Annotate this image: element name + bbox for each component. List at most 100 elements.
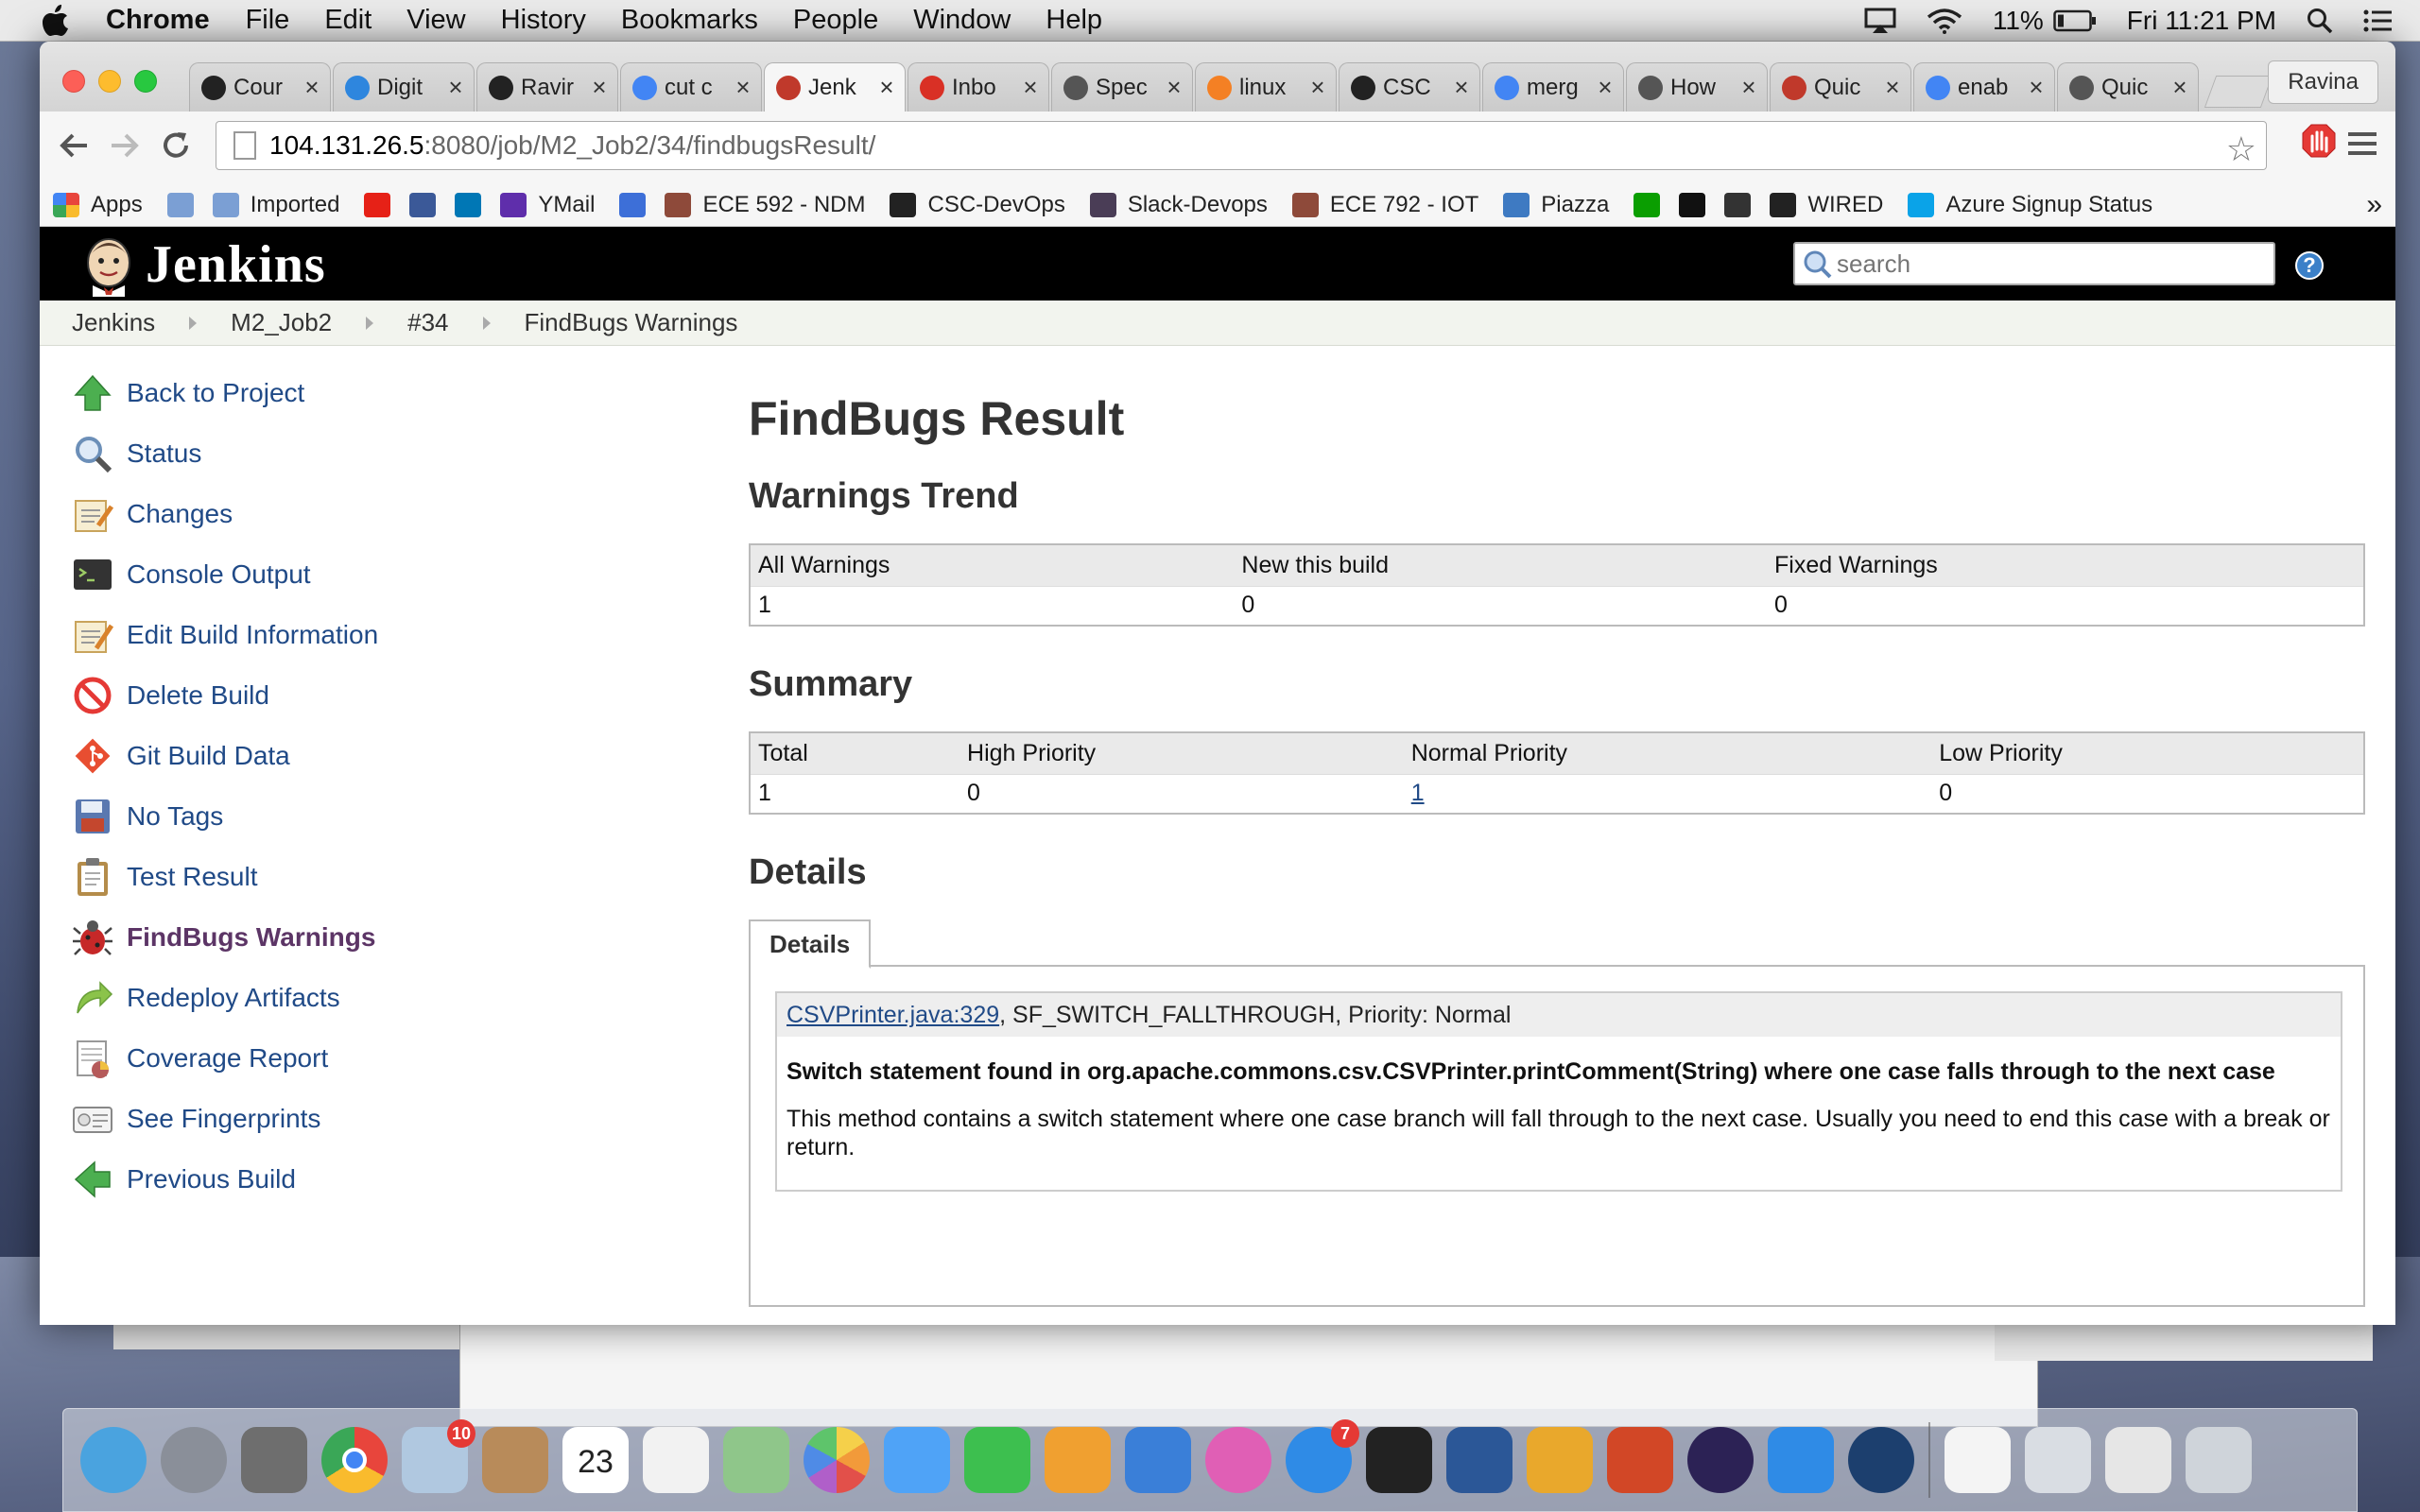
word-icon[interactable]	[1446, 1427, 1512, 1493]
document-icon[interactable]	[1945, 1427, 2011, 1493]
spotlight-search-icon[interactable]	[2307, 8, 2333, 34]
jenkins-butler-logo-icon[interactable]	[79, 234, 138, 297]
side-task-no-tags[interactable]: No Tags	[72, 786, 563, 847]
pages-icon[interactable]	[1045, 1427, 1111, 1493]
menu-history[interactable]: History	[501, 5, 586, 36]
close-tab-icon[interactable]: ×	[587, 73, 612, 102]
photos-icon[interactable]	[804, 1427, 870, 1493]
calendar-icon[interactable]: 23	[562, 1427, 629, 1493]
close-tab-icon[interactable]: ×	[300, 73, 324, 102]
bookmark-item[interactable]: Apps	[53, 192, 143, 218]
menu-view[interactable]: View	[406, 5, 465, 36]
battery-icon[interactable]	[2053, 9, 2097, 32]
side-task-coverage-report[interactable]: Coverage Report	[72, 1028, 563, 1089]
tab-details[interactable]: Details	[749, 919, 872, 969]
bookmark-item[interactable]: WIRED	[1770, 192, 1883, 218]
trash-icon[interactable]	[2186, 1427, 2252, 1493]
menu-file[interactable]: File	[246, 5, 290, 36]
reload-button[interactable]	[157, 127, 195, 164]
browser-tab[interactable]: Spec ×	[1051, 62, 1193, 112]
breadcrumb-separator-icon[interactable]	[366, 316, 374, 330]
side-task-back-to-project[interactable]: Back to Project	[72, 363, 563, 423]
help-icon[interactable]: ?	[2295, 251, 2324, 280]
close-tab-icon[interactable]: ×	[443, 73, 468, 102]
apple-menu-icon[interactable]	[38, 4, 72, 38]
menu-app-name[interactable]: Chrome	[106, 5, 210, 36]
bookmark-item[interactable]	[1634, 192, 1661, 217]
browser-tab[interactable]: enab ×	[1913, 62, 2055, 112]
bookmark-item[interactable]: Piazza	[1503, 192, 1609, 218]
notification-center-icon[interactable]	[2363, 9, 2392, 33]
bookmark-item[interactable]: ECE 592 - NDM	[665, 192, 865, 218]
menu-bookmarks[interactable]: Bookmarks	[621, 5, 758, 36]
terminal-icon[interactable]	[1366, 1427, 1432, 1493]
close-tab-icon[interactable]: ×	[1305, 73, 1330, 102]
bookmark-item[interactable]	[1724, 192, 1752, 217]
facetime-icon[interactable]	[964, 1427, 1030, 1493]
menu-help[interactable]: Help	[1046, 5, 1102, 36]
close-tab-icon[interactable]: ×	[1737, 73, 1761, 102]
minimize-window-button[interactable]	[98, 70, 121, 93]
close-tab-icon[interactable]: ×	[2168, 73, 2192, 102]
browser-tab[interactable]: Inbo ×	[908, 62, 1049, 112]
bookmark-item[interactable]	[1679, 192, 1706, 217]
browser-tab[interactable]: Quic ×	[1770, 62, 1911, 112]
side-task-git-build-data[interactable]: Git Build Data	[72, 726, 563, 786]
bookmark-item[interactable]	[455, 192, 482, 217]
finder-icon[interactable]	[80, 1427, 147, 1493]
presentation-thumb-icon[interactable]	[2025, 1427, 2091, 1493]
back-button[interactable]	[55, 127, 93, 164]
close-tab-icon[interactable]: ×	[1593, 73, 1617, 102]
browser-tab[interactable]: linux ×	[1195, 62, 1337, 112]
system-preferences-icon[interactable]	[241, 1427, 307, 1493]
quicktime-icon[interactable]	[1848, 1427, 1914, 1493]
address-bar[interactable]: 104.131.26.5:8080/job/M2_Job2/34/findbug…	[216, 121, 2267, 170]
close-tab-icon[interactable]: ×	[731, 73, 755, 102]
bookmark-item[interactable]: Slack-Devops	[1089, 192, 1268, 218]
keynote-icon[interactable]	[1125, 1427, 1191, 1493]
adblock-extension-icon[interactable]	[2301, 123, 2337, 164]
contacts-icon[interactable]	[482, 1427, 548, 1493]
side-task-edit-build-information[interactable]: Edit Build Information	[72, 605, 563, 665]
chrome-menu-button[interactable]	[2348, 132, 2377, 161]
breadcrumb-job[interactable]: M2_Job2	[231, 308, 332, 337]
browser-tab[interactable]: Ravir ×	[476, 62, 618, 112]
breadcrumb-build[interactable]: #34	[407, 308, 448, 337]
bookmark-star-icon[interactable]: ☆	[2226, 129, 2256, 169]
powerpoint-icon[interactable]	[1607, 1427, 1673, 1493]
bookmark-item[interactable]: Imported	[212, 192, 339, 218]
side-task-delete-build[interactable]: Delete Build	[72, 665, 563, 726]
jenkins-title[interactable]: Jenkins	[146, 234, 326, 295]
bookmark-item[interactable]: ECE 792 - IOT	[1291, 192, 1478, 218]
side-task-redeploy-artifacts[interactable]: Redeploy Artifacts	[72, 968, 563, 1028]
source-file-link[interactable]: CSVPrinter.java:329	[786, 1002, 999, 1029]
slack-icon[interactable]	[1527, 1427, 1593, 1493]
breadcrumb-findbugs[interactable]: FindBugs Warnings	[525, 308, 738, 337]
side-task-console-output[interactable]: Console Output	[72, 544, 563, 605]
browser-tab[interactable]: merg ×	[1482, 62, 1624, 112]
bookmark-item[interactable]: YMail	[500, 192, 595, 218]
browser-tab[interactable]: Jenk ×	[764, 62, 906, 112]
profile-button[interactable]: Ravina	[2268, 60, 2378, 104]
bookmark-item[interactable]: Azure Signup Status	[1908, 192, 2152, 218]
breadcrumb-separator-icon[interactable]	[482, 316, 491, 330]
chrome-icon[interactable]	[321, 1427, 388, 1493]
wifi-icon[interactable]	[1927, 8, 1962, 34]
airplay-icon[interactable]	[1864, 8, 1896, 34]
reminders-icon[interactable]	[643, 1427, 709, 1493]
close-tab-icon[interactable]: ×	[1880, 73, 1905, 102]
side-task-previous-build[interactable]: Previous Build	[72, 1149, 563, 1210]
menu-window[interactable]: Window	[913, 5, 1011, 36]
menu-people[interactable]: People	[793, 5, 878, 36]
breadcrumb-jenkins[interactable]: Jenkins	[72, 308, 155, 337]
side-task-status[interactable]: Status	[72, 423, 563, 484]
bookmark-item[interactable]	[409, 192, 437, 217]
browser-tab[interactable]: How ×	[1626, 62, 1768, 112]
browser-tab[interactable]: Cour ×	[189, 62, 331, 112]
close-tab-icon[interactable]: ×	[1449, 73, 1474, 102]
breadcrumb-separator-icon[interactable]	[189, 316, 198, 330]
search-input[interactable]	[1837, 249, 2253, 279]
side-task-see-fingerprints[interactable]: See Fingerprints	[72, 1089, 563, 1149]
menu-edit[interactable]: Edit	[324, 5, 372, 36]
close-tab-icon[interactable]: ×	[2024, 73, 2048, 102]
